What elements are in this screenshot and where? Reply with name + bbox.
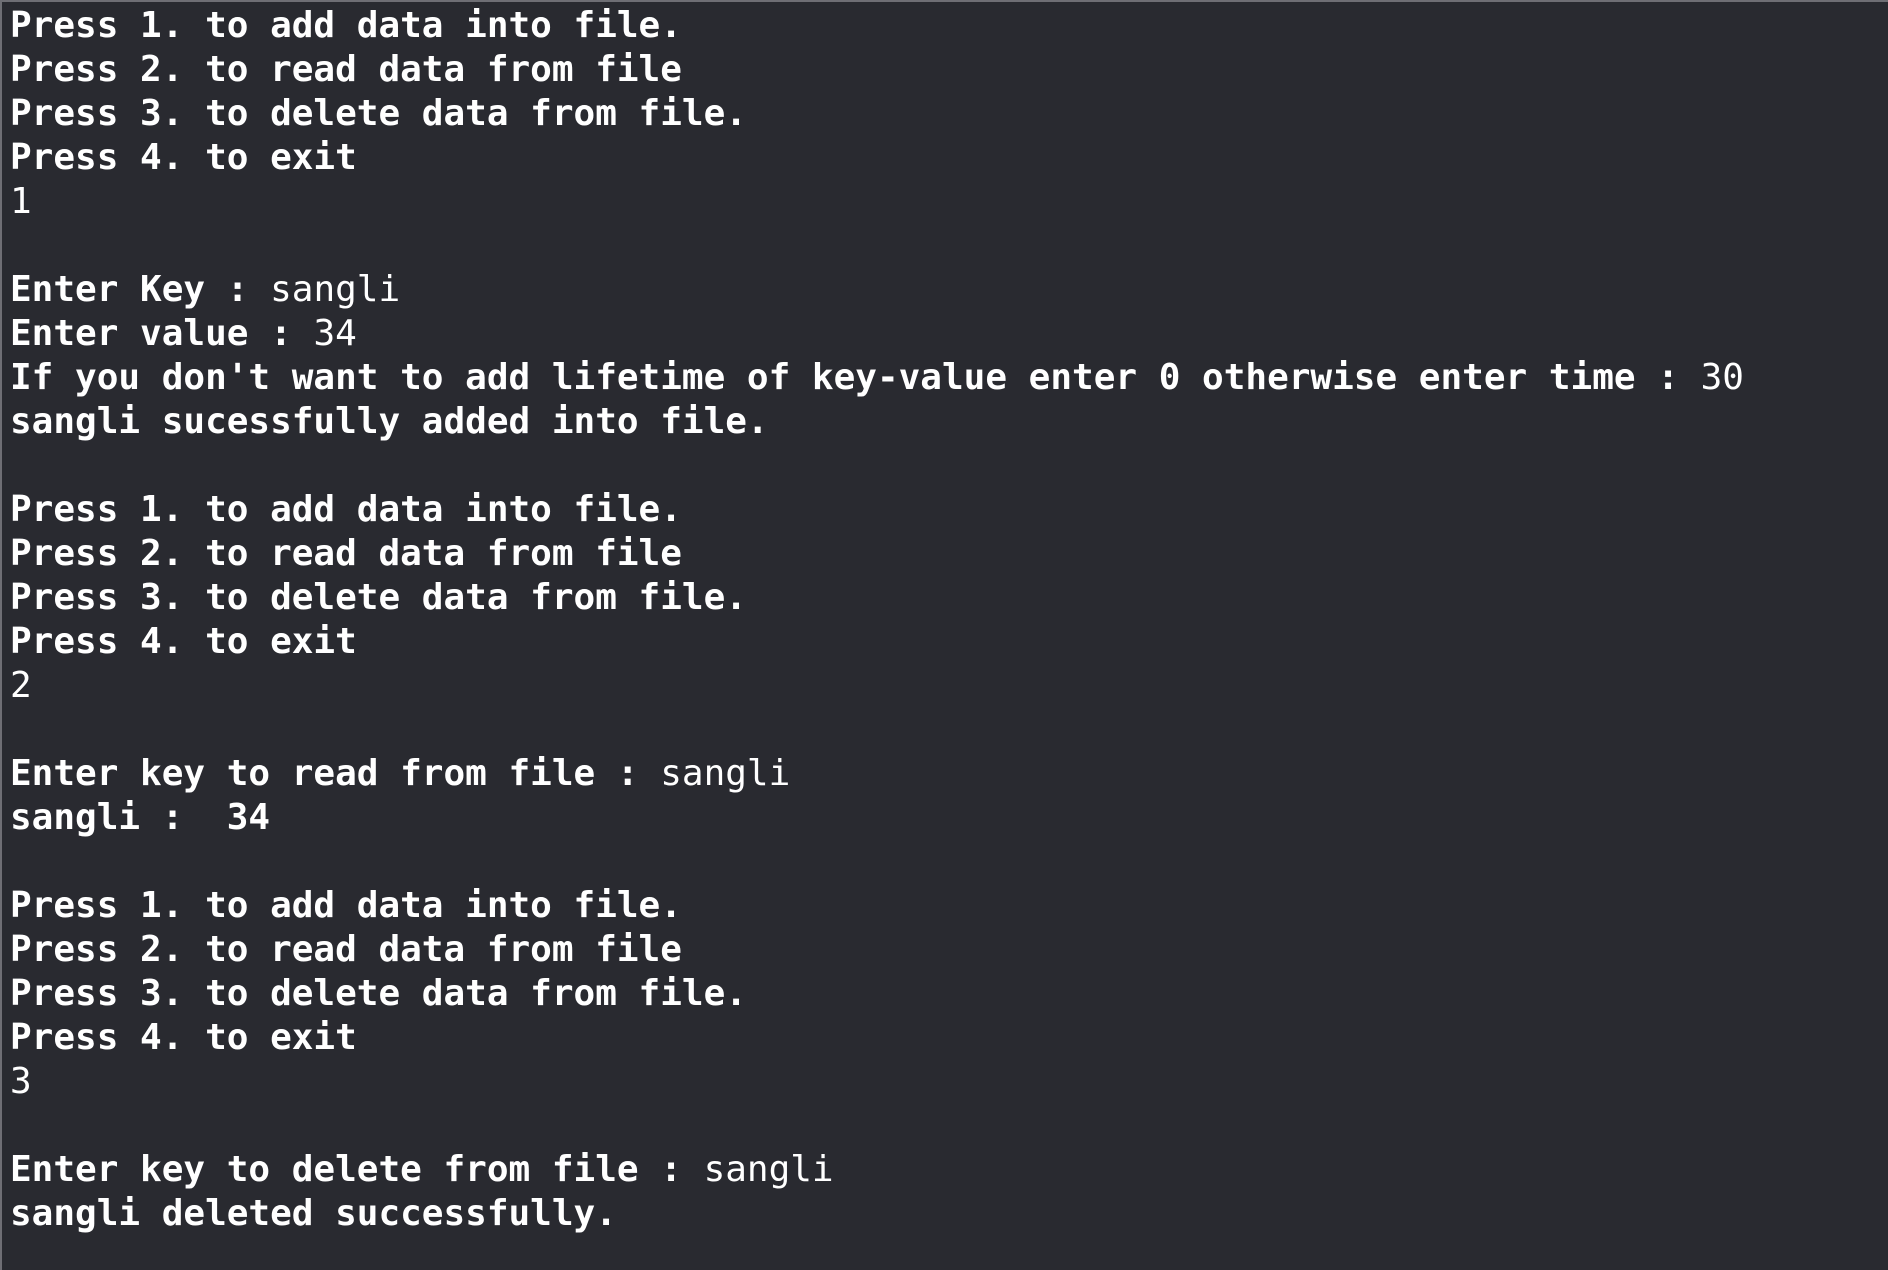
lifetime-line: If you don't want to add lifetime of key… [10, 356, 1888, 400]
menu-option-2: Press 2. to read data from file [10, 533, 682, 574]
terminal-output[interactable]: Press 1. to add data into file. Press 2.… [0, 0, 1888, 1270]
menu-option-4: Press 4. to exit [10, 137, 357, 178]
user-input: sangli [660, 753, 791, 794]
add-key-line: Enter Key : sangli [10, 268, 1888, 312]
prompt: Enter key to delete from file : [10, 1149, 704, 1190]
user-input: sangli [270, 269, 401, 310]
read-result-message: sangli : 34 [10, 797, 271, 838]
menu-option-3: Press 3. to delete data from file. [10, 973, 747, 1014]
read-key-line: Enter key to read from file : sangli [10, 752, 1888, 796]
prompt: Enter value : [10, 313, 314, 354]
delete-key-line: Enter key to delete from file : sangli [10, 1148, 1888, 1192]
user-input: sangli [703, 1149, 834, 1190]
menu-option-4: Press 4. to exit [10, 1017, 357, 1058]
menu-option-2: Press 2. to read data from file [10, 49, 682, 90]
add-result-message: sangli sucessfully added into file. [10, 401, 769, 442]
add-value-line: Enter value : 34 [10, 312, 1888, 356]
menu-option-4: Press 4. to exit [10, 621, 357, 662]
prompt: Enter key to read from file : [10, 753, 661, 794]
menu-option-1: Press 1. to add data into file. [10, 489, 682, 530]
user-input: 34 [313, 313, 357, 354]
menu-option-1: Press 1. to add data into file. [10, 885, 682, 926]
menu-option-3: Press 3. to delete data from file. [10, 93, 747, 134]
menu-option-1: Press 1. to add data into file. [10, 5, 682, 46]
menu-option-3: Press 3. to delete data from file. [10, 577, 747, 618]
prompt: Enter Key : [10, 269, 271, 310]
delete-result-message: sangli deleted successfully. [10, 1193, 617, 1234]
user-choice: 1 [10, 181, 32, 222]
menu-option-2: Press 2. to read data from file [10, 929, 682, 970]
user-input: 30 [1700, 357, 1744, 398]
prompt: If you don't want to add lifetime of key… [10, 357, 1701, 398]
user-choice: 3 [10, 1061, 32, 1102]
user-choice: 2 [10, 665, 32, 706]
